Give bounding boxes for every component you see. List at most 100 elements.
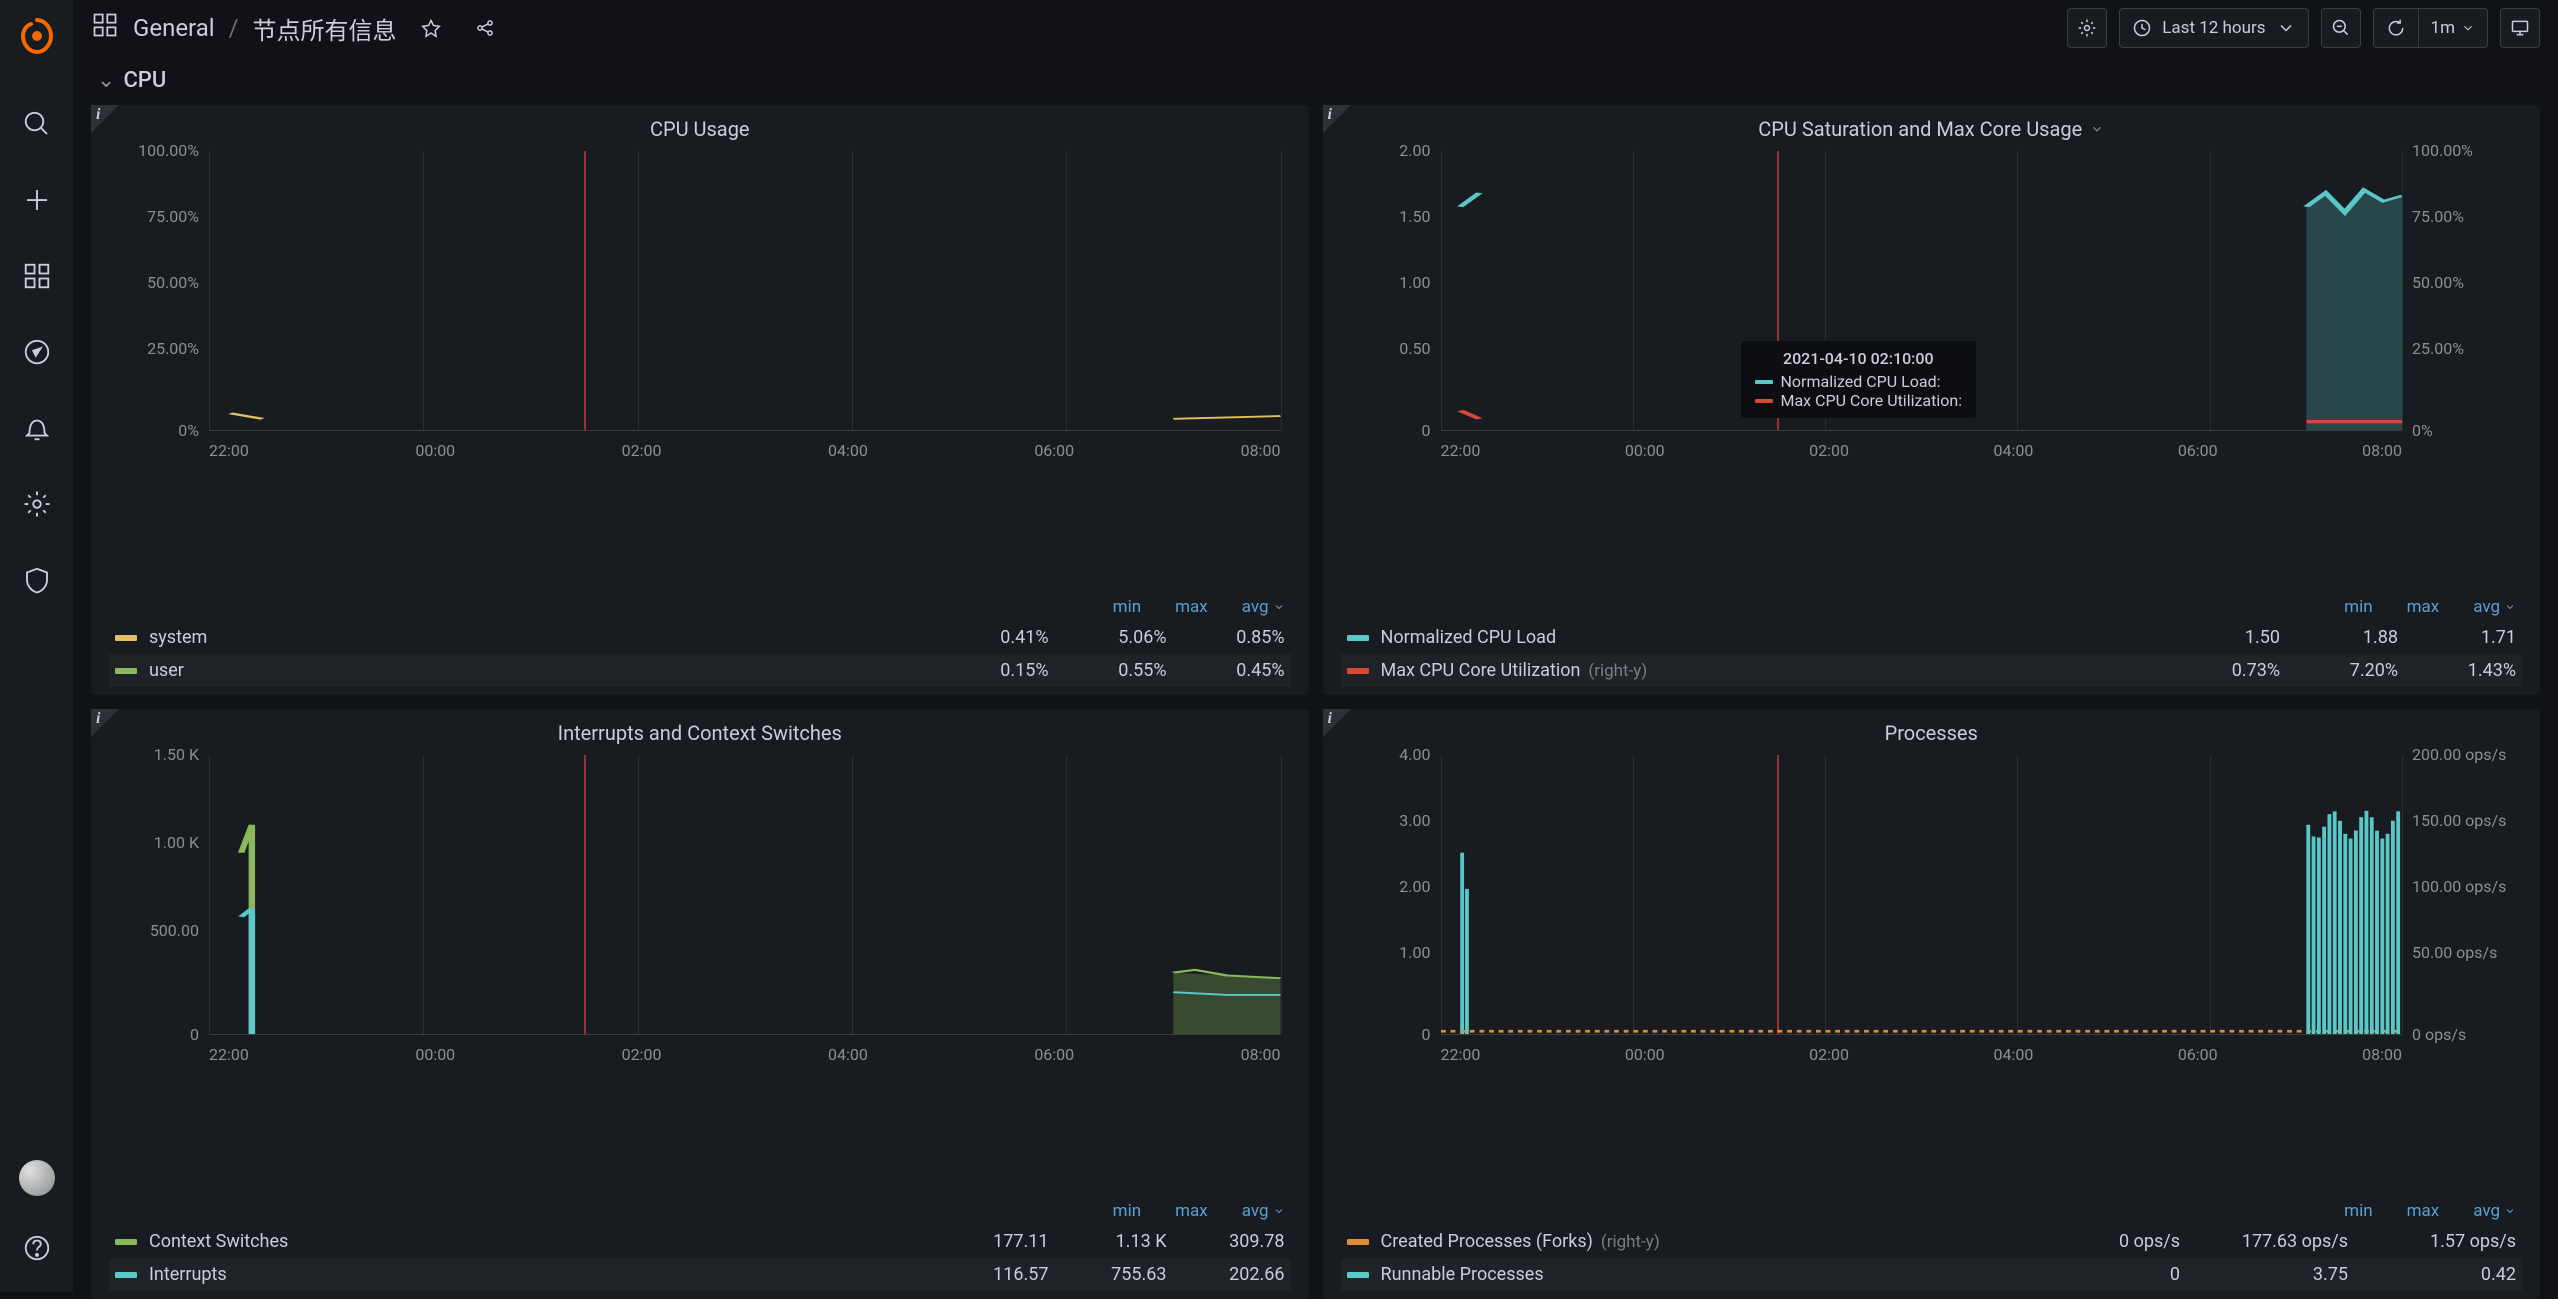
legend-row[interactable]: system 0.41% 5.06% 0.85%: [109, 621, 1291, 654]
panel-title[interactable]: CPU Saturation and Max Core Usage: [1323, 113, 2541, 151]
chart-area[interactable]: 2.001.501.000.500 100.00%75.00%50.00%25.…: [1341, 151, 2523, 543]
zoom-out-button[interactable]: [2321, 8, 2361, 48]
y-tick: 1.50 K: [109, 747, 199, 763]
avatar[interactable]: [19, 1160, 55, 1196]
col-avg[interactable]: avg: [2473, 597, 2516, 617]
y-tick: 1.50: [1341, 209, 1431, 225]
col-min[interactable]: min: [1113, 597, 1141, 617]
col-max[interactable]: max: [2407, 597, 2440, 617]
dashboards-icon[interactable]: [91, 11, 119, 45]
share-icon[interactable]: [465, 8, 505, 48]
chart-tooltip: 2021-04-10 02:10:00 Normalized CPU Load:…: [1741, 341, 1977, 418]
col-max[interactable]: max: [2407, 1201, 2440, 1221]
panel-title[interactable]: CPU Usage: [91, 113, 1309, 151]
configuration-icon[interactable]: [13, 480, 61, 528]
legend-row[interactable]: Interrupts 116.57 755.63 202.66: [109, 1258, 1291, 1291]
legend-swatch: [115, 1272, 137, 1278]
col-avg[interactable]: avg: [2473, 1201, 2516, 1221]
y-tick: 50.00%: [109, 275, 199, 291]
plot[interactable]: 2021-04-10 02:10:00 Normalized CPU Load:…: [1441, 151, 2403, 431]
y-axis-left: 100.00%75.00%50.00%25.00%0%: [109, 151, 199, 431]
y-tick: 100.00%: [2412, 143, 2522, 159]
legend-row[interactable]: Normalized CPU Load 1.50 1.88 1.71: [1341, 621, 2523, 654]
col-max[interactable]: max: [1175, 1201, 1208, 1221]
legend-min: 0 ops/s: [2040, 1231, 2180, 1252]
plot[interactable]: [209, 151, 1281, 431]
info-icon[interactable]: i: [96, 710, 100, 728]
panel-interrupts: i Interrupts and Context Switches 1.50 K…: [91, 709, 1309, 1299]
shield-icon[interactable]: [13, 556, 61, 604]
y-tick: 1.00 K: [109, 835, 199, 851]
legend-avg: 202.66: [1195, 1264, 1285, 1285]
grafana-logo[interactable]: [13, 12, 61, 60]
star-icon[interactable]: [411, 8, 451, 48]
help-icon[interactable]: [13, 1224, 61, 1272]
x-tick: 04:00: [828, 441, 868, 460]
alerting-icon[interactable]: [13, 404, 61, 452]
y-tick: 100.00%: [109, 143, 199, 159]
panel-title[interactable]: Processes: [1323, 717, 2541, 755]
legend: Normalized CPU Load 1.50 1.88 1.71 Max C…: [1323, 621, 2541, 695]
col-max[interactable]: max: [1175, 597, 1208, 617]
y-tick: 0%: [109, 423, 199, 439]
legend-max: 1.13 K: [1077, 1231, 1167, 1252]
section-header[interactable]: ⌄ CPU: [91, 68, 2540, 93]
x-tick: 06:00: [2178, 1045, 2218, 1064]
monitor-icon[interactable]: [2500, 8, 2540, 48]
y-tick: 150.00 ops/s: [2412, 813, 2522, 829]
x-tick: 02:00: [622, 1045, 662, 1064]
col-min[interactable]: min: [1113, 1201, 1141, 1221]
time-range-picker[interactable]: Last 12 hours: [2119, 8, 2308, 48]
col-avg[interactable]: avg: [1242, 1201, 1285, 1221]
breadcrumb-folder[interactable]: General: [133, 14, 215, 42]
x-tick: 22:00: [209, 1045, 249, 1064]
legend-row[interactable]: Context Switches 177.11 1.13 K 309.78: [109, 1225, 1291, 1258]
info-icon[interactable]: i: [1328, 106, 1332, 124]
y-tick: 25.00%: [109, 341, 199, 357]
legend-row[interactable]: Created Processes (Forks)(right-y) 0 ops…: [1341, 1225, 2523, 1258]
info-icon[interactable]: i: [1328, 710, 1332, 728]
breadcrumb-dashboard[interactable]: 节点所有信息: [253, 11, 397, 46]
refresh-interval-picker[interactable]: 1m: [2419, 9, 2487, 47]
y-tick: 3.00: [1341, 813, 1431, 829]
chevron-down-icon: [2461, 18, 2475, 38]
breadcrumb: General / 节点所有信息: [91, 8, 505, 48]
x-tick: 22:00: [209, 441, 249, 460]
chart-area[interactable]: 1.50 K1.00 K500.000 22:0000:0002:0004:00…: [109, 755, 1291, 1147]
settings-button[interactable]: [2067, 8, 2107, 48]
y-axis-right: 200.00 ops/s150.00 ops/s100.00 ops/s50.0…: [2412, 755, 2522, 1035]
dashboards-icon[interactable]: [13, 252, 61, 300]
legend-min: 0.41%: [959, 627, 1049, 648]
legend-row[interactable]: Max CPU Core Utilization(right-y) 0.73% …: [1341, 654, 2523, 687]
plot[interactable]: [1441, 755, 2403, 1035]
legend-row[interactable]: user 0.15% 0.55% 0.45%: [109, 654, 1291, 687]
y-axis-left: 1.50 K1.00 K500.000: [109, 755, 199, 1035]
legend: system 0.41% 5.06% 0.85% user 0.15% 0.55…: [91, 621, 1309, 695]
y-tick: 0%: [2412, 423, 2522, 439]
tooltip-series: Max CPU Core Utilization:: [1781, 391, 1963, 410]
refresh-button[interactable]: [2374, 9, 2419, 47]
x-tick: 00:00: [1625, 441, 1665, 460]
legend-row[interactable]: Runnable Processes 0 3.75 0.42: [1341, 1258, 2523, 1291]
plus-icon[interactable]: [13, 176, 61, 224]
chart-area[interactable]: 100.00%75.00%50.00%25.00%0% 22:0000:0002…: [109, 151, 1291, 543]
legend-series-name: system: [149, 627, 207, 648]
x-tick: 00:00: [415, 1045, 455, 1064]
explore-icon[interactable]: [13, 328, 61, 376]
plot[interactable]: [209, 755, 1281, 1035]
legend-min: 0.15%: [959, 660, 1049, 681]
legend-axis-hint: (right-y): [1588, 661, 1647, 681]
y-tick: 50.00%: [2412, 275, 2522, 291]
col-min[interactable]: min: [2344, 597, 2372, 617]
y-axis-left: 4.003.002.001.000: [1341, 755, 1431, 1035]
info-icon[interactable]: i: [96, 106, 100, 124]
x-tick: 06:00: [1034, 1045, 1074, 1064]
col-min[interactable]: min: [2344, 1201, 2372, 1221]
y-axis-left: 2.001.501.000.500: [1341, 151, 1431, 431]
chart-area[interactable]: 4.003.002.001.000 200.00 ops/s150.00 ops…: [1341, 755, 2523, 1147]
chevron-down-icon: [1273, 1205, 1285, 1217]
search-icon[interactable]: [13, 100, 61, 148]
panel-title[interactable]: Interrupts and Context Switches: [91, 717, 1309, 755]
y-tick: 50.00 ops/s: [2412, 945, 2522, 961]
col-avg[interactable]: avg: [1242, 597, 1285, 617]
